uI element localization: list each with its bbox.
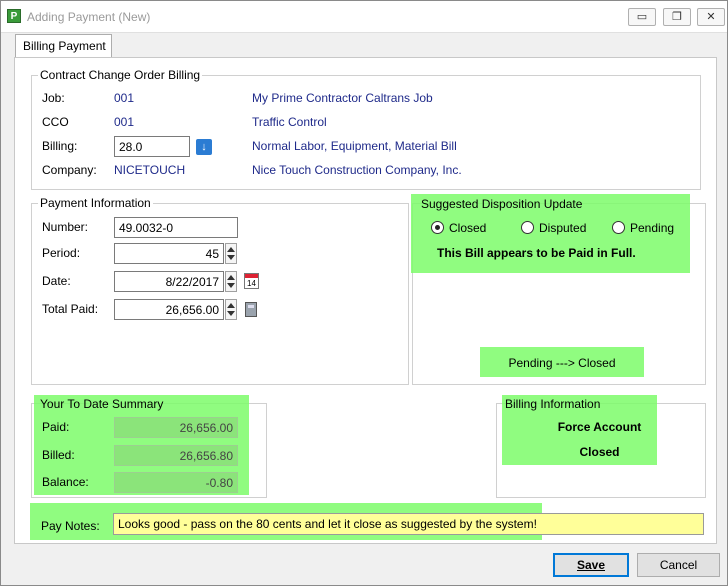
billing-input[interactable]: 28.0 xyxy=(114,136,190,157)
billing-info-status: Closed xyxy=(579,445,620,459)
save-button-label: Save xyxy=(576,558,606,572)
summary-group-title: Your To Date Summary xyxy=(40,397,164,411)
billing-info-type: Force Account xyxy=(557,420,642,434)
company-code: NICETOUCH xyxy=(114,163,186,177)
disposition-group: Suggested Disposition Update Closed Disp… xyxy=(411,194,706,385)
cancel-button[interactable]: Cancel xyxy=(637,553,720,577)
disposition-message: This Bill appears to be Paid in Full. xyxy=(437,246,636,260)
tab-billing-payment[interactable]: Billing Payment xyxy=(15,34,112,58)
pay-notes-label: Pay Notes: xyxy=(41,519,100,533)
radio-closed[interactable] xyxy=(431,221,444,234)
radio-disputed[interactable] xyxy=(521,221,534,234)
save-button[interactable]: Save xyxy=(553,553,629,577)
disposition-transition: Pending ---> Closed xyxy=(508,356,616,370)
billing-info-group-title: Billing Information xyxy=(505,397,601,411)
company-description: Nice Touch Construction Company, Inc. xyxy=(252,163,462,177)
app-icon: P xyxy=(7,9,21,23)
payment-group-title: Payment Information xyxy=(38,196,153,210)
tab-panel: Contract Change Order Billing Job: 001 M… xyxy=(14,57,717,544)
date-input[interactable]: 8/22/2017 xyxy=(114,271,224,292)
calendar-icon[interactable]: 14 xyxy=(244,273,259,289)
contract-group: Contract Change Order Billing Job: 001 M… xyxy=(31,68,701,190)
minimize-button[interactable]: ▭ xyxy=(628,8,656,26)
total-paid-label: Total Paid: xyxy=(42,302,99,316)
balance-label: Balance: xyxy=(42,475,89,489)
radio-closed-label: Closed xyxy=(449,221,487,235)
cco-code: 001 xyxy=(114,115,135,129)
total-paid-spinner[interactable] xyxy=(225,299,237,320)
number-input[interactable]: 49.0032-0 xyxy=(114,217,238,238)
pay-notes-input[interactable]: Looks good - pass on the 80 cents and le… xyxy=(113,513,704,535)
billing-lookup-arrow-icon[interactable]: ↓ xyxy=(196,139,212,155)
job-code: 001 xyxy=(114,91,135,105)
billed-label: Billed: xyxy=(42,448,75,462)
maximize-button[interactable]: ❐ xyxy=(663,8,691,26)
radio-pending[interactable] xyxy=(612,221,625,234)
close-button[interactable]: ✕ xyxy=(697,8,725,26)
payment-group: Payment Information Number: 49.0032-0 Pe… xyxy=(31,196,409,385)
job-label: Job: xyxy=(42,91,65,105)
window-title: Adding Payment (New) xyxy=(27,10,151,24)
billing-info-group: Billing Information Force Account Closed xyxy=(496,395,706,498)
adding-payment-window: P Adding Payment (New) ▭ ❐ ✕ Billing Pay… xyxy=(0,0,728,586)
paid-value: 26,656.00 xyxy=(114,417,238,438)
company-label: Company: xyxy=(42,163,97,177)
disposition-group-title: Suggested Disposition Update xyxy=(421,197,583,211)
billing-label: Billing: xyxy=(42,139,78,153)
number-label: Number: xyxy=(42,220,89,234)
period-label: Period: xyxy=(42,246,81,260)
radio-disputed-label: Disputed xyxy=(539,221,587,235)
date-spinner[interactable] xyxy=(225,271,237,292)
total-paid-input[interactable]: 26,656.00 xyxy=(114,299,224,320)
contract-group-title: Contract Change Order Billing xyxy=(38,68,203,82)
billed-value: 26,656.80 xyxy=(114,445,238,466)
date-label: Date: xyxy=(42,274,71,288)
title-bar: P Adding Payment (New) ▭ ❐ ✕ xyxy=(1,1,727,33)
period-input[interactable]: 45 xyxy=(114,243,224,264)
job-description: My Prime Contractor Caltrans Job xyxy=(252,91,433,105)
radio-pending-label: Pending xyxy=(630,221,675,235)
balance-value: -0.80 xyxy=(114,472,238,493)
billing-description: Normal Labor, Equipment, Material Bill xyxy=(252,139,457,153)
calculator-icon[interactable] xyxy=(245,302,257,317)
cco-description: Traffic Control xyxy=(252,115,327,129)
cco-label: CCO xyxy=(42,115,69,129)
summary-group: Your To Date Summary Paid: 26,656.00 Bil… xyxy=(31,395,267,498)
period-spinner[interactable] xyxy=(225,243,237,264)
paid-label: Paid: xyxy=(42,420,70,434)
